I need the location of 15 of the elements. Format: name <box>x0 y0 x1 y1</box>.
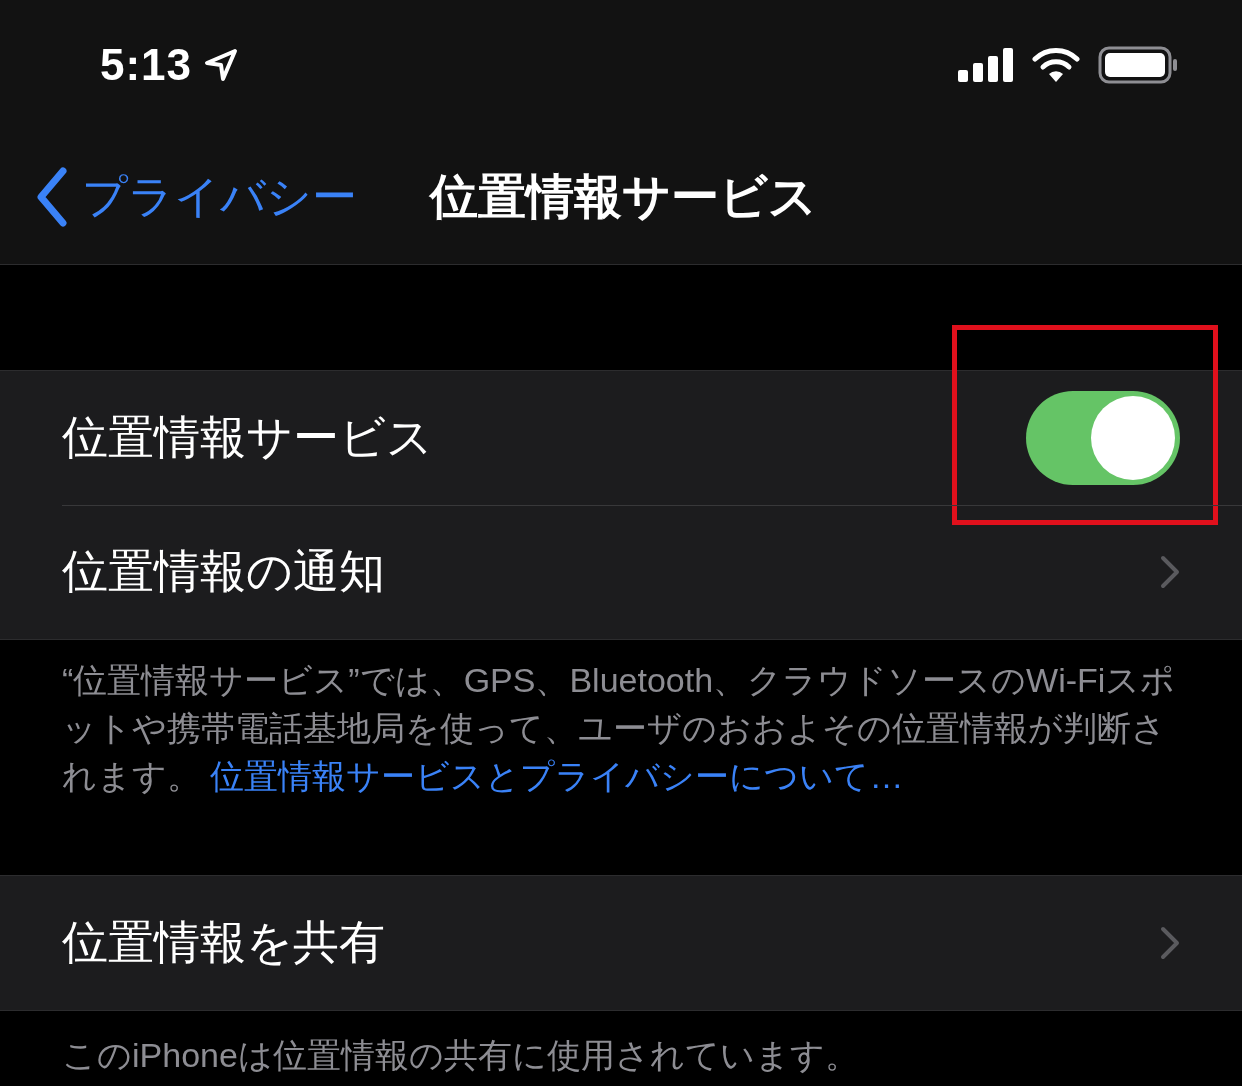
back-chevron-icon <box>36 167 68 227</box>
row-label: 位置情報を共有 <box>62 915 386 970</box>
status-time: 5:13 <box>100 40 193 90</box>
wifi-icon <box>1032 47 1080 83</box>
footer-text: このiPhoneは位置情報の共有に使用されています。 <box>62 1036 859 1074</box>
signal-icon <box>958 48 1014 82</box>
row-label: 位置情報の通知 <box>62 544 386 599</box>
back-button[interactable]: プライバシー <box>36 167 357 227</box>
chevron-icon <box>1160 926 1180 960</box>
battery-icon <box>1098 46 1178 84</box>
row-label: 位置情報サービス <box>62 410 434 465</box>
chevron-icon <box>1160 555 1180 589</box>
info-link[interactable]: 位置情報サービスとプライバシーについて… <box>210 757 904 795</box>
footer-text: “位置情報サービス”では、GPS、Bluetooth、クラウドソースのWi-Fiスポットや携帯電話基地局を使って、ユーザのおおよその位置情報が判断されます。 位置情報サービスとプライバシーについて… <box>62 661 1176 795</box>
page-title: 位置情報サービス <box>430 169 817 225</box>
